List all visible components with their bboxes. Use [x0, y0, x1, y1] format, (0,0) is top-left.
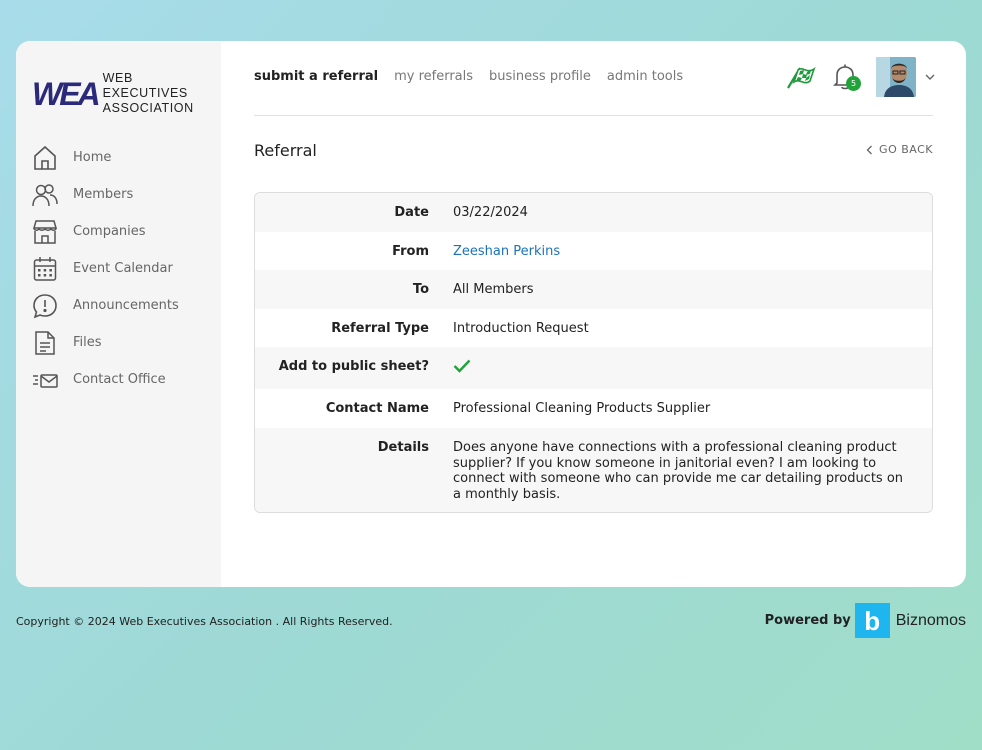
sidebar-item-label: Announcements: [73, 298, 179, 313]
from-member-link[interactable]: Zeeshan Perkins: [453, 244, 560, 259]
details-value: Does anyone have connections with a prof…: [453, 440, 904, 502]
copyright-text: Copyright © 2024 Web Executives Associat…: [16, 615, 393, 628]
notifications-button[interactable]: 5: [832, 62, 861, 92]
powered-by: Powered by b Biznomos: [765, 603, 966, 638]
table-row-date: Date 03/22/2024: [255, 193, 932, 232]
go-back-link[interactable]: GO BACK: [866, 143, 933, 156]
table-row-details: Details Does anyone have connections wit…: [255, 428, 932, 512]
sidebar-item-announcements[interactable]: Announcements: [32, 287, 179, 324]
go-back-label: GO BACK: [879, 143, 933, 156]
sidebar-item-companies[interactable]: Companies: [32, 213, 179, 250]
page-title: Referral: [254, 141, 317, 160]
header-actions: 5: [784, 57, 936, 97]
biznomos-brand-name[interactable]: Biznomos: [896, 612, 966, 630]
top-navigation: submit a referral my referrals business …: [254, 69, 683, 84]
to-value: All Members: [453, 282, 534, 297]
table-row-from: From Zeeshan Perkins: [255, 232, 932, 270]
chevron-left-icon: [866, 145, 873, 154]
powered-by-label: Powered by: [764, 613, 851, 628]
main-card: WEA WEB EXECUTIVES ASSOCIATION Home Memb…: [16, 41, 966, 587]
biznomos-logo-icon[interactable]: b: [854, 603, 890, 638]
announcement-icon: [32, 293, 58, 319]
chevron-down-icon[interactable]: [924, 71, 936, 83]
store-icon: [32, 219, 58, 245]
notification-count-badge: 5: [846, 76, 861, 91]
sidebar-item-label: Event Calendar: [73, 261, 173, 276]
checkmark-icon: [453, 359, 471, 373]
referral-type-value: Introduction Request: [453, 321, 589, 336]
sidebar-item-label: Files: [73, 335, 102, 350]
logo-mark: WEA: [32, 75, 101, 112]
tab-my-referrals[interactable]: my referrals: [394, 69, 473, 84]
date-label: Date: [394, 205, 429, 220]
tab-business-profile[interactable]: business profile: [489, 69, 591, 84]
main-content: submit a referral my referrals business …: [221, 41, 966, 587]
to-label: To: [412, 282, 429, 297]
checkered-flag-icon[interactable]: [784, 62, 820, 92]
sidebar-item-label: Home: [73, 150, 112, 165]
mail-icon: [32, 367, 58, 393]
logo[interactable]: WEA WEB EXECUTIVES ASSOCIATION: [32, 71, 221, 116]
sidebar: WEA WEB EXECUTIVES ASSOCIATION Home Memb…: [16, 41, 221, 587]
sidebar-nav: Home Members Companies Event Calendar An…: [32, 139, 179, 398]
table-row-referral-type: Referral Type Introduction Request: [255, 309, 932, 347]
table-row-public-sheet: Add to public sheet?: [255, 347, 932, 389]
sidebar-item-contact-office[interactable]: Contact Office: [32, 361, 179, 398]
public-sheet-value: [429, 347, 932, 389]
sidebar-item-event-calendar[interactable]: Event Calendar: [32, 250, 179, 287]
contact-name-label: Contact Name: [325, 401, 429, 416]
sidebar-item-files[interactable]: Files: [32, 324, 179, 361]
tab-submit-a-referral[interactable]: submit a referral: [254, 69, 378, 84]
referral-type-label: Referral Type: [331, 321, 429, 336]
logo-text: WEB EXECUTIVES ASSOCIATION: [103, 71, 221, 116]
logo-line-1: WEB EXECUTIVES: [102, 71, 188, 100]
sidebar-item-label: Members: [73, 187, 134, 202]
contact-name-value: Professional Cleaning Products Supplier: [453, 401, 711, 416]
sidebar-item-home[interactable]: Home: [32, 139, 179, 176]
sidebar-item-members[interactable]: Members: [32, 176, 179, 213]
table-row-contact-name: Contact Name Professional Cleaning Produ…: [255, 389, 932, 428]
logo-line-2: ASSOCIATION: [102, 101, 194, 115]
sidebar-item-label: Companies: [73, 224, 146, 239]
sidebar-item-label: Contact Office: [73, 372, 166, 387]
public-sheet-label: Add to public sheet?: [278, 359, 429, 374]
header-divider: [254, 115, 933, 116]
avatar[interactable]: [876, 57, 916, 97]
members-icon: [32, 182, 58, 208]
date-value: 03/22/2024: [453, 205, 528, 220]
tab-admin-tools[interactable]: admin tools: [607, 69, 683, 84]
file-icon: [32, 330, 58, 356]
calendar-icon: [32, 256, 58, 282]
from-label: From: [392, 244, 429, 259]
home-icon: [32, 145, 58, 171]
referral-details-table: Date 03/22/2024 From Zeeshan Perkins To …: [254, 192, 933, 513]
details-label: Details: [377, 440, 429, 455]
table-row-to: To All Members: [255, 270, 932, 309]
